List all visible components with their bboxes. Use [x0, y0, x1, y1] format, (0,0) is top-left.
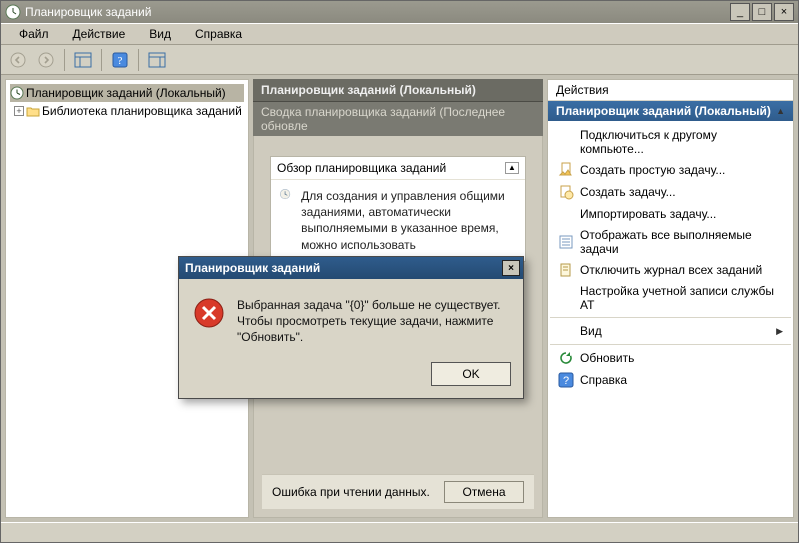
account-icon: [558, 290, 574, 306]
error-icon: [193, 297, 225, 329]
menu-file[interactable]: Файл: [7, 25, 61, 43]
computer-icon: [558, 134, 574, 150]
dialog-title-text: Планировщик заданий: [185, 261, 320, 275]
action-view[interactable]: Вид ▶: [550, 320, 791, 342]
expand-icon[interactable]: +: [14, 106, 24, 116]
tree-root-label: Планировщик заданий (Локальный): [26, 86, 226, 100]
action-create[interactable]: Создать задачу...: [550, 181, 791, 203]
titlebar[interactable]: Планировщик заданий _ □ ×: [1, 1, 798, 23]
folder-icon: [26, 104, 40, 118]
error-dialog: Планировщик заданий × Выбранная задача "…: [178, 256, 524, 399]
window-title: Планировщик заданий: [25, 5, 728, 19]
dialog-titlebar[interactable]: Планировщик заданий ×: [179, 257, 523, 279]
maximize-button[interactable]: □: [752, 3, 772, 21]
footer-error-text: Ошибка при чтении данных.: [272, 485, 430, 499]
toolbar-panel-icon[interactable]: [70, 48, 96, 72]
tree-root[interactable]: Планировщик заданий (Локальный): [10, 84, 244, 102]
action-show-running[interactable]: Отображать все выполняемые задачи: [550, 225, 791, 259]
list-icon: [558, 234, 574, 250]
help-icon: ?: [558, 372, 574, 388]
log-icon: [558, 262, 574, 278]
action-connect[interactable]: Подключиться к другому компьюте...: [550, 125, 791, 159]
import-icon: [558, 206, 574, 222]
action-disable-log[interactable]: Отключить журнал всех заданий: [550, 259, 791, 281]
action-import[interactable]: Импортировать задачу...: [550, 203, 791, 225]
minimize-button[interactable]: _: [730, 3, 750, 21]
summary-title: Обзор планировщика заданий: [277, 161, 446, 175]
tree-library[interactable]: + Библиотека планировщика заданий: [10, 102, 244, 120]
back-button[interactable]: [5, 48, 31, 72]
center-header: Планировщик заданий (Локальный): [253, 79, 543, 101]
action-refresh[interactable]: Обновить: [550, 347, 791, 369]
dialog-close-button[interactable]: ×: [502, 260, 520, 276]
toolbar-layout-icon[interactable]: [144, 48, 170, 72]
center-subheader: Сводка планировщика заданий (Последнее о…: [253, 101, 543, 136]
refresh-icon: [558, 350, 574, 366]
collapse-button[interactable]: ▲: [505, 162, 519, 174]
dialog-ok-button[interactable]: OK: [431, 362, 511, 386]
task-icon: [558, 184, 574, 200]
forward-button[interactable]: [33, 48, 59, 72]
app-clock-icon: [5, 4, 21, 20]
menu-bar: Файл Действие Вид Справка: [1, 23, 798, 45]
chevron-up-icon[interactable]: ▲: [776, 106, 785, 116]
toolbar: ?: [1, 45, 798, 75]
cancel-button[interactable]: Отмена: [444, 481, 524, 503]
chevron-right-icon: ▶: [776, 326, 783, 337]
close-button[interactable]: ×: [774, 3, 794, 21]
actions-panel-label: Действия: [548, 80, 793, 101]
tree-library-label: Библиотека планировщика заданий: [42, 104, 242, 118]
action-at-account[interactable]: Настройка учетной записи службы AT: [550, 281, 791, 315]
toolbar-help-icon[interactable]: ?: [107, 48, 133, 72]
action-help[interactable]: ? Справка: [550, 369, 791, 391]
menu-help[interactable]: Справка: [183, 25, 254, 43]
actions-panel-title: Планировщик заданий (Локальный) ▲: [548, 101, 793, 121]
summary-text: Для создания и управления общими задания…: [301, 188, 517, 253]
clock-icon: [10, 86, 24, 100]
action-create-basic[interactable]: Создать простую задачу...: [550, 159, 791, 181]
dialog-message: Выбранная задача "{0}" больше не существ…: [237, 297, 509, 346]
svg-text:?: ?: [118, 55, 123, 67]
center-footer: Ошибка при чтении данных. Отмена: [262, 474, 534, 509]
summary-box: Обзор планировщика заданий ▲ Для создани…: [270, 156, 526, 262]
view-icon: [558, 323, 574, 339]
menu-action[interactable]: Действие: [61, 25, 138, 43]
status-bar: [1, 522, 798, 542]
wizard-icon: [558, 162, 574, 178]
menu-view[interactable]: Вид: [137, 25, 183, 43]
clock-large-icon: [279, 188, 291, 226]
actions-pane: Действия Планировщик заданий (Локальный)…: [547, 79, 794, 518]
svg-text:?: ?: [563, 375, 569, 387]
